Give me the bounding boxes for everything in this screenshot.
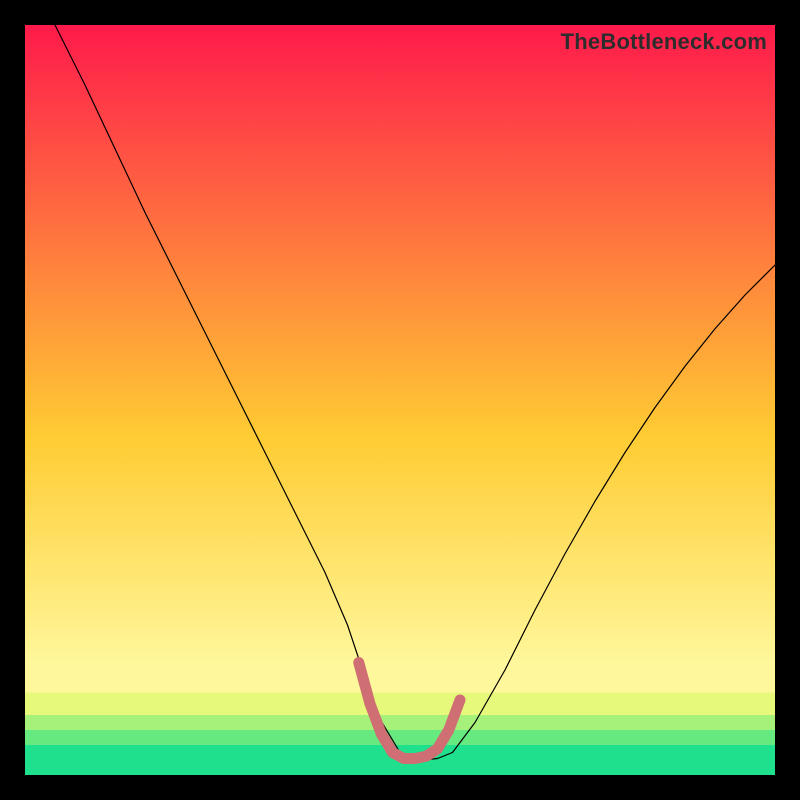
chart-svg (25, 25, 775, 775)
band (25, 693, 775, 716)
band (25, 663, 775, 693)
watermark-text: TheBottleneck.com (561, 29, 767, 55)
band (25, 730, 775, 745)
plot-area: TheBottleneck.com (25, 25, 775, 775)
chart-frame: TheBottleneck.com (0, 0, 800, 800)
band (25, 715, 775, 730)
